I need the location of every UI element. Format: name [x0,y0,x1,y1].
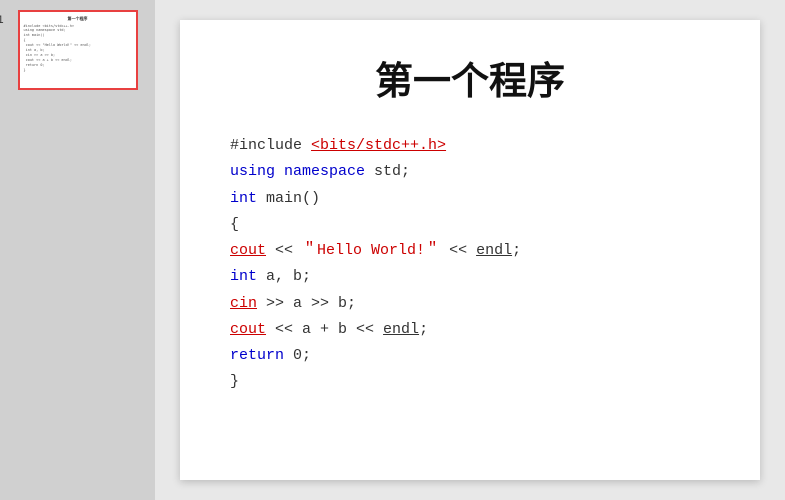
code-line-6: int a, b; [230,264,710,290]
thumb-code: #include <bits/stdc++.h> using namespace… [24,24,132,73]
main-content: 第一个程序 #include <bits/stdc++.h> using nam… [155,0,785,500]
code-line-5: cout << ＂Hello World!＂ << endl; [230,238,710,264]
sidebar: 1 第一个程序 #include <bits/stdc++.h> using n… [0,0,155,500]
code-line-1: #include <bits/stdc++.h> [230,133,710,159]
slide-page: 第一个程序 #include <bits/stdc++.h> using nam… [180,20,760,480]
code-block: #include <bits/stdc++.h> using namespace… [230,133,710,396]
code-line-2: using namespace std; [230,159,710,185]
code-line-3: int main() [230,186,710,212]
code-line-10: } [230,369,710,395]
code-line-4: { [230,212,710,238]
thumb-title-text: 第一个程序 [24,16,132,22]
slide-thumbnail-1[interactable]: 1 第一个程序 #include <bits/stdc++.h> using n… [18,10,138,90]
code-line-9: return 0; [230,343,710,369]
slide-title: 第一个程序 [230,50,710,105]
code-line-7: cin >> a >> b; [230,291,710,317]
thumb-inner: 第一个程序 #include <bits/stdc++.h> using nam… [20,12,136,77]
slide-number: 1 [0,14,4,26]
code-line-8: cout << a + b << endl; [230,317,710,343]
